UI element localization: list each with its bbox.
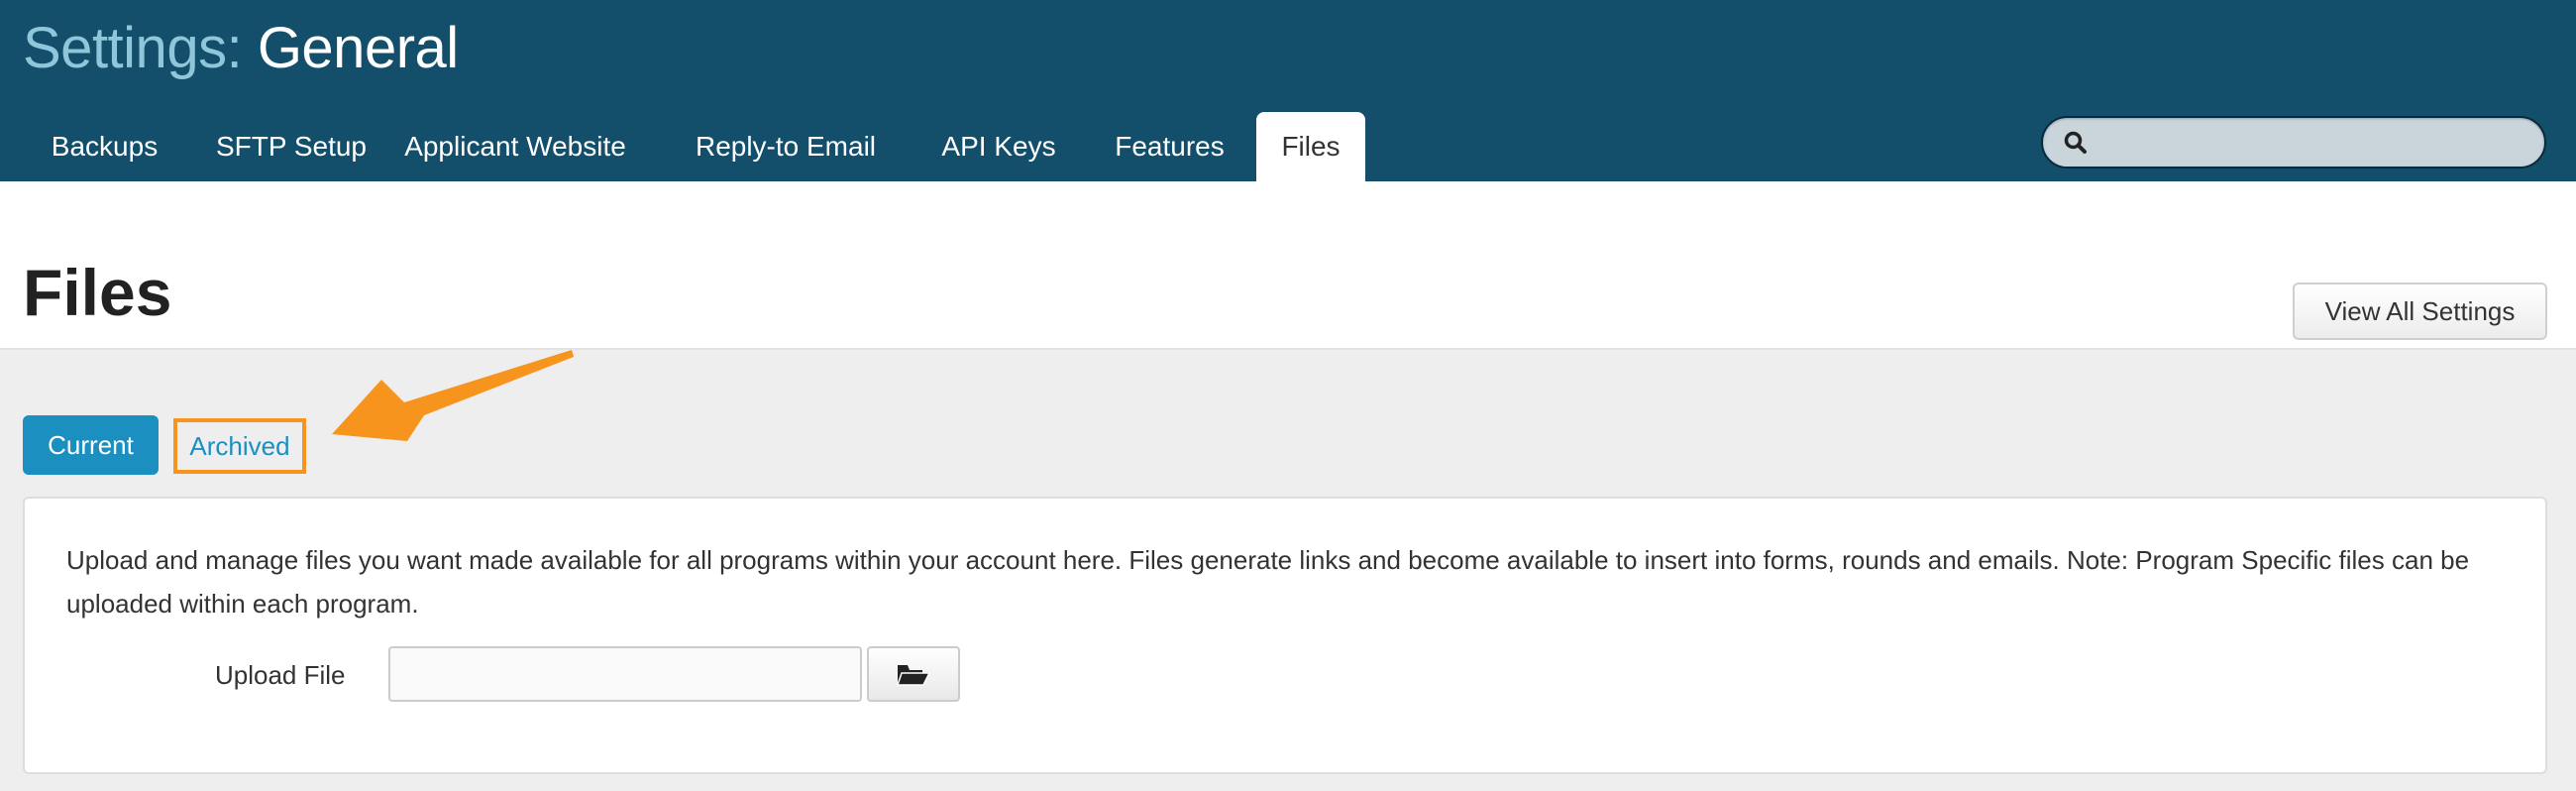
title-prefix: Settings:: [23, 16, 243, 80]
settings-header: Settings: General Backups SFTP Setup App…: [0, 0, 2576, 181]
tab-backups[interactable]: Backups: [0, 112, 209, 181]
files-description: Upload and manage files you want made av…: [66, 545, 2470, 619]
upload-file-label: Upload File: [215, 660, 346, 690]
upload-file-input[interactable]: [388, 646, 862, 702]
files-panel: Upload and manage files you want made av…: [23, 497, 2547, 774]
tab-applicant-website[interactable]: Applicant Website: [374, 112, 657, 181]
page-heading-area: Files View All Settings: [0, 181, 2576, 350]
tab-api-keys[interactable]: API Keys: [914, 112, 1083, 181]
search-input[interactable]: [2041, 116, 2546, 169]
tab-features[interactable]: Features: [1083, 112, 1256, 181]
tab-reply-to-email[interactable]: Reply-to Email: [657, 112, 914, 181]
tab-files[interactable]: Files: [1256, 112, 1365, 181]
browse-file-button[interactable]: [867, 646, 960, 702]
page-header-title: Settings: General: [23, 14, 459, 83]
title-main: General: [257, 16, 459, 80]
page-title: Files: [23, 256, 172, 329]
folder-open-icon: [897, 665, 930, 686]
search-icon: [2064, 131, 2087, 154]
callout-arrow: [332, 350, 574, 441]
tab-sftp-setup[interactable]: SFTP Setup: [209, 112, 374, 181]
current-filter-button[interactable]: Current: [23, 415, 159, 475]
view-all-settings-button[interactable]: View All Settings: [2293, 282, 2547, 340]
files-content: Current Archived Upload and manage files…: [0, 350, 2576, 791]
settings-tabs: Backups SFTP Setup Applicant Website Rep…: [0, 112, 1365, 181]
archived-filter-button[interactable]: Archived: [173, 418, 306, 474]
